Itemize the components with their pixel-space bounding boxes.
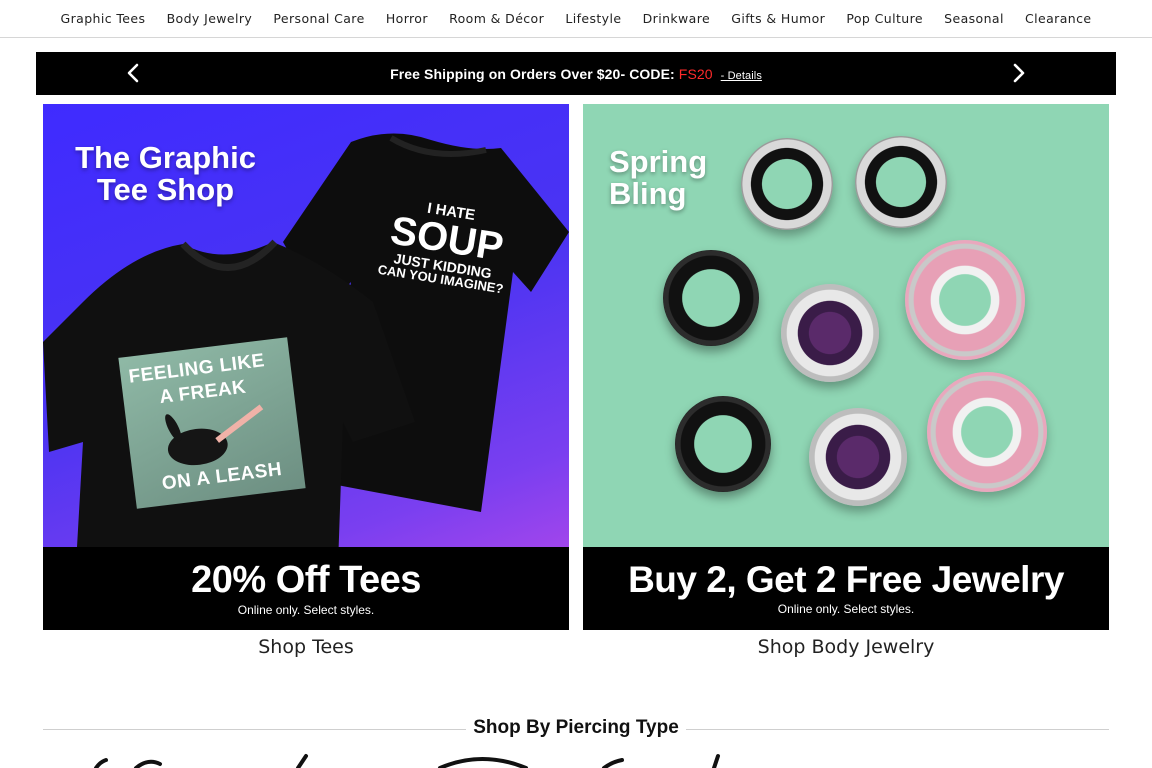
shop-body-jewelry-link[interactable]: Shop Body Jewelry xyxy=(583,636,1109,660)
promo-details-link[interactable]: - Details xyxy=(721,70,762,82)
tees-offer-bar: 20% Off Tees Online only. Select styles. xyxy=(43,547,569,630)
nav-item-drinkware[interactable]: Drinkware xyxy=(632,11,721,26)
jewelry-headline: Spring Bling xyxy=(609,146,719,209)
graphic-tees-banner[interactable]: The Graphic Tee Shop I HATE SOUP JUST KI… xyxy=(43,104,569,630)
tees-headline-line-1: The Graphic xyxy=(75,140,256,175)
plug-image xyxy=(809,408,907,506)
plug-image xyxy=(675,396,771,492)
promo-code: FS20 xyxy=(678,65,713,82)
nav-item-lifestyle[interactable]: Lifestyle xyxy=(555,11,632,26)
nav-item-personal-care[interactable]: Personal Care xyxy=(263,11,375,26)
piercing-icon xyxy=(602,758,624,768)
tees-headline: The Graphic Tee Shop xyxy=(73,142,258,205)
plug-image xyxy=(927,372,1047,492)
promo-text: Free Shipping on Orders Over $20- CODE: … xyxy=(390,66,762,82)
nav-item-body-jewelry[interactable]: Body Jewelry xyxy=(156,11,263,26)
chevron-right-icon[interactable] xyxy=(1009,63,1029,83)
plug-image xyxy=(663,250,759,346)
piercing-icon xyxy=(296,754,308,768)
jewelry-offer: Buy 2, Get 2 Free Jewelry xyxy=(628,559,1064,600)
plug-image xyxy=(855,136,947,228)
jewelry-offer-bar: Buy 2, Get 2 Free Jewelry Online only. S… xyxy=(583,547,1109,630)
body-jewelry-banner[interactable]: Spring Bling Buy 2, Get 2 Free Jewelry O… xyxy=(583,104,1109,630)
freak-leash-patch: FEELING LIKE A FREAK ON A LEASH xyxy=(118,337,306,509)
piercing-type-icons xyxy=(94,754,720,768)
section-divider-left xyxy=(43,729,466,730)
section-divider-right xyxy=(686,729,1109,730)
promo-banner: Free Shipping on Orders Over $20- CODE: … xyxy=(36,52,1116,95)
chevron-left-icon[interactable] xyxy=(123,63,143,83)
shop-by-piercing-section: Shop By Piercing Type xyxy=(43,716,1109,742)
nav-item-clearance[interactable]: Clearance xyxy=(1014,11,1102,26)
shop-tees-link[interactable]: Shop Tees xyxy=(43,636,569,660)
promo-message: Free Shipping on Orders Over $20- CODE: xyxy=(390,65,679,82)
jewelry-headline-line-2: Bling xyxy=(609,175,687,211)
plug-image xyxy=(741,138,833,230)
piercing-icon xyxy=(712,754,720,768)
tees-headline-line-2: Tee Shop xyxy=(96,171,235,207)
jewelry-headline-line-1: Spring xyxy=(609,144,708,179)
plug-image xyxy=(905,240,1025,360)
tees-offer: 20% Off Tees xyxy=(191,559,421,601)
jewelry-fine-print: Online only. Select styles. xyxy=(777,602,915,616)
tees-fine-print: Online only. Select styles. xyxy=(237,603,375,617)
section-title: Shop By Piercing Type xyxy=(473,717,679,738)
nav-item-graphic-tees[interactable]: Graphic Tees xyxy=(50,11,156,26)
piercing-icon xyxy=(134,759,162,768)
nav-item-gifts-humor[interactable]: Gifts & Humor xyxy=(721,11,836,26)
piercing-icon xyxy=(94,758,108,768)
plug-image xyxy=(781,284,879,382)
nav-item-seasonal[interactable]: Seasonal xyxy=(934,11,1015,26)
nav-item-horror[interactable]: Horror xyxy=(375,11,438,26)
piercing-icon xyxy=(438,757,528,768)
nav-item-pop-culture[interactable]: Pop Culture xyxy=(836,11,934,26)
category-nav: Graphic Tees Body Jewelry Personal Care … xyxy=(0,0,1152,38)
nav-item-room-decor[interactable]: Room & Décor xyxy=(438,11,554,26)
